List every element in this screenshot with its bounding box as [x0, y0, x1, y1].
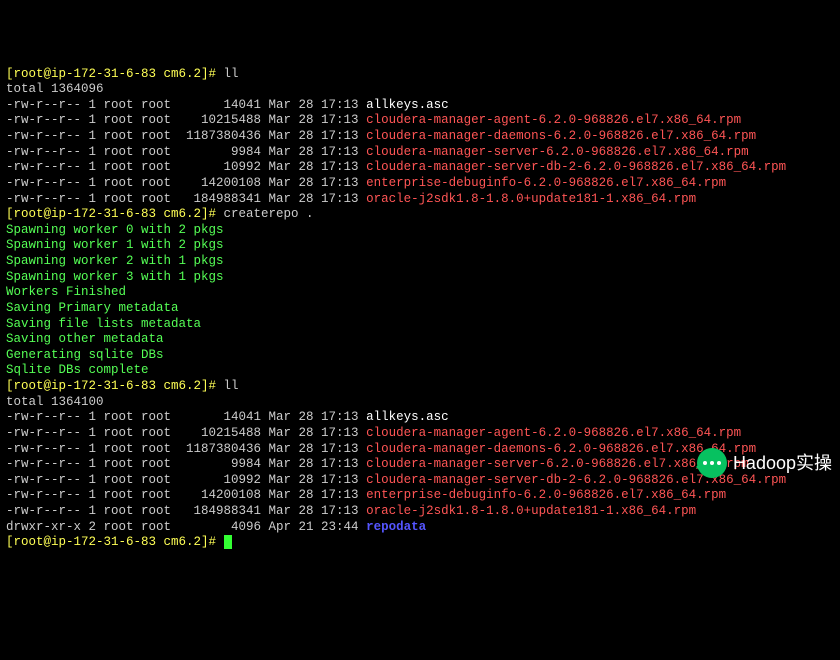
- output-line: Workers Finished: [6, 285, 126, 299]
- shell-prompt: [root@ip-172-31-6-83 cm6.2]#: [6, 379, 224, 393]
- file-name: enterprise-debuginfo-6.2.0-968826.el7.x8…: [366, 176, 726, 190]
- file-name: oracle-j2sdk1.8-1.8.0+update181-1.x86_64…: [366, 192, 696, 206]
- file-name: allkeys.asc: [366, 410, 449, 424]
- command-text: ll: [224, 379, 239, 393]
- terminal-line: total 1364100: [6, 395, 834, 411]
- shell-prompt: [root@ip-172-31-6-83 cm6.2]#: [6, 67, 224, 81]
- command-text: createrepo .: [224, 207, 314, 221]
- output-line: Generating sqlite DBs: [6, 348, 164, 362]
- terminal-line: Spawning worker 2 with 1 pkgs: [6, 254, 834, 270]
- terminal-line: -rw-r--r-- 1 root root 1187380436 Mar 28…: [6, 129, 834, 145]
- terminal-line: Generating sqlite DBs: [6, 348, 834, 364]
- output-line: Sqlite DBs complete: [6, 363, 149, 377]
- terminal-line: -rw-r--r-- 1 root root 14041 Mar 28 17:1…: [6, 410, 834, 426]
- file-name: cloudera-manager-daemons-6.2.0-968826.el…: [366, 129, 756, 143]
- watermark-text: Hadoop实操: [733, 452, 832, 475]
- terminal-line: [root@ip-172-31-6-83 cm6.2]# ll: [6, 379, 834, 395]
- terminal-line: drwxr-xr-x 2 root root 4096 Apr 21 23:44…: [6, 520, 834, 536]
- cursor[interactable]: [224, 535, 232, 549]
- terminal-line: Workers Finished: [6, 285, 834, 301]
- output-line: Saving other metadata: [6, 332, 164, 346]
- shell-prompt: [root@ip-172-31-6-83 cm6.2]#: [6, 207, 224, 221]
- terminal-line: -rw-r--r-- 1 root root 10215488 Mar 28 1…: [6, 113, 834, 129]
- terminal-line: Saving other metadata: [6, 332, 834, 348]
- output-line: Saving file lists metadata: [6, 317, 201, 331]
- terminal-line: Sqlite DBs complete: [6, 363, 834, 379]
- terminal-line: -rw-r--r-- 1 root root 10215488 Mar 28 1…: [6, 426, 834, 442]
- terminal-line: [root@ip-172-31-6-83 cm6.2]# createrepo …: [6, 207, 834, 223]
- output-line: Saving Primary metadata: [6, 301, 179, 315]
- output-line: Spawning worker 0 with 2 pkgs: [6, 223, 224, 237]
- terminal-line: -rw-r--r-- 1 root root 184988341 Mar 28 …: [6, 504, 834, 520]
- total-line: total 1364096: [6, 82, 104, 96]
- watermark: Hadoop实操: [697, 448, 832, 478]
- terminal-line: -rw-r--r-- 1 root root 184988341 Mar 28 …: [6, 192, 834, 208]
- file-name: cloudera-manager-server-6.2.0-968826.el7…: [366, 145, 749, 159]
- terminal-line: -rw-r--r-- 1 root root 14200108 Mar 28 1…: [6, 176, 834, 192]
- command-text: ll: [224, 67, 239, 81]
- terminal-line: -rw-r--r-- 1 root root 14200108 Mar 28 1…: [6, 488, 834, 504]
- terminal-line: Spawning worker 1 with 2 pkgs: [6, 238, 834, 254]
- terminal-line: [root@ip-172-31-6-83 cm6.2]# ll: [6, 67, 834, 83]
- terminal-line: [root@ip-172-31-6-83 cm6.2]#: [6, 535, 834, 551]
- terminal-line: -rw-r--r-- 1 root root 9984 Mar 28 17:13…: [6, 145, 834, 161]
- terminal-line: Saving file lists metadata: [6, 317, 834, 333]
- output-line: Spawning worker 1 with 2 pkgs: [6, 238, 224, 252]
- terminal-line: -rw-r--r-- 1 root root 14041 Mar 28 17:1…: [6, 98, 834, 114]
- terminal-line: Spawning worker 3 with 1 pkgs: [6, 270, 834, 286]
- terminal-line: Saving Primary metadata: [6, 301, 834, 317]
- terminal-line: Spawning worker 0 with 2 pkgs: [6, 223, 834, 239]
- shell-prompt: [root@ip-172-31-6-83 cm6.2]#: [6, 535, 224, 549]
- total-line: total 1364100: [6, 395, 104, 409]
- file-name: allkeys.asc: [366, 98, 449, 112]
- terminal-line: total 1364096: [6, 82, 834, 98]
- file-name: enterprise-debuginfo-6.2.0-968826.el7.x8…: [366, 488, 726, 502]
- wechat-icon: [697, 448, 727, 478]
- file-name: cloudera-manager-agent-6.2.0-968826.el7.…: [366, 113, 741, 127]
- file-name: repodata: [366, 520, 426, 534]
- file-name: cloudera-manager-agent-6.2.0-968826.el7.…: [366, 426, 741, 440]
- file-name: oracle-j2sdk1.8-1.8.0+update181-1.x86_64…: [366, 504, 696, 518]
- file-name: cloudera-manager-server-db-2-6.2.0-96882…: [366, 160, 786, 174]
- terminal-output[interactable]: [root@ip-172-31-6-83 cm6.2]# lltotal 136…: [6, 67, 834, 551]
- terminal-line: -rw-r--r-- 1 root root 10992 Mar 28 17:1…: [6, 160, 834, 176]
- output-line: Spawning worker 2 with 1 pkgs: [6, 254, 224, 268]
- output-line: Spawning worker 3 with 1 pkgs: [6, 270, 224, 284]
